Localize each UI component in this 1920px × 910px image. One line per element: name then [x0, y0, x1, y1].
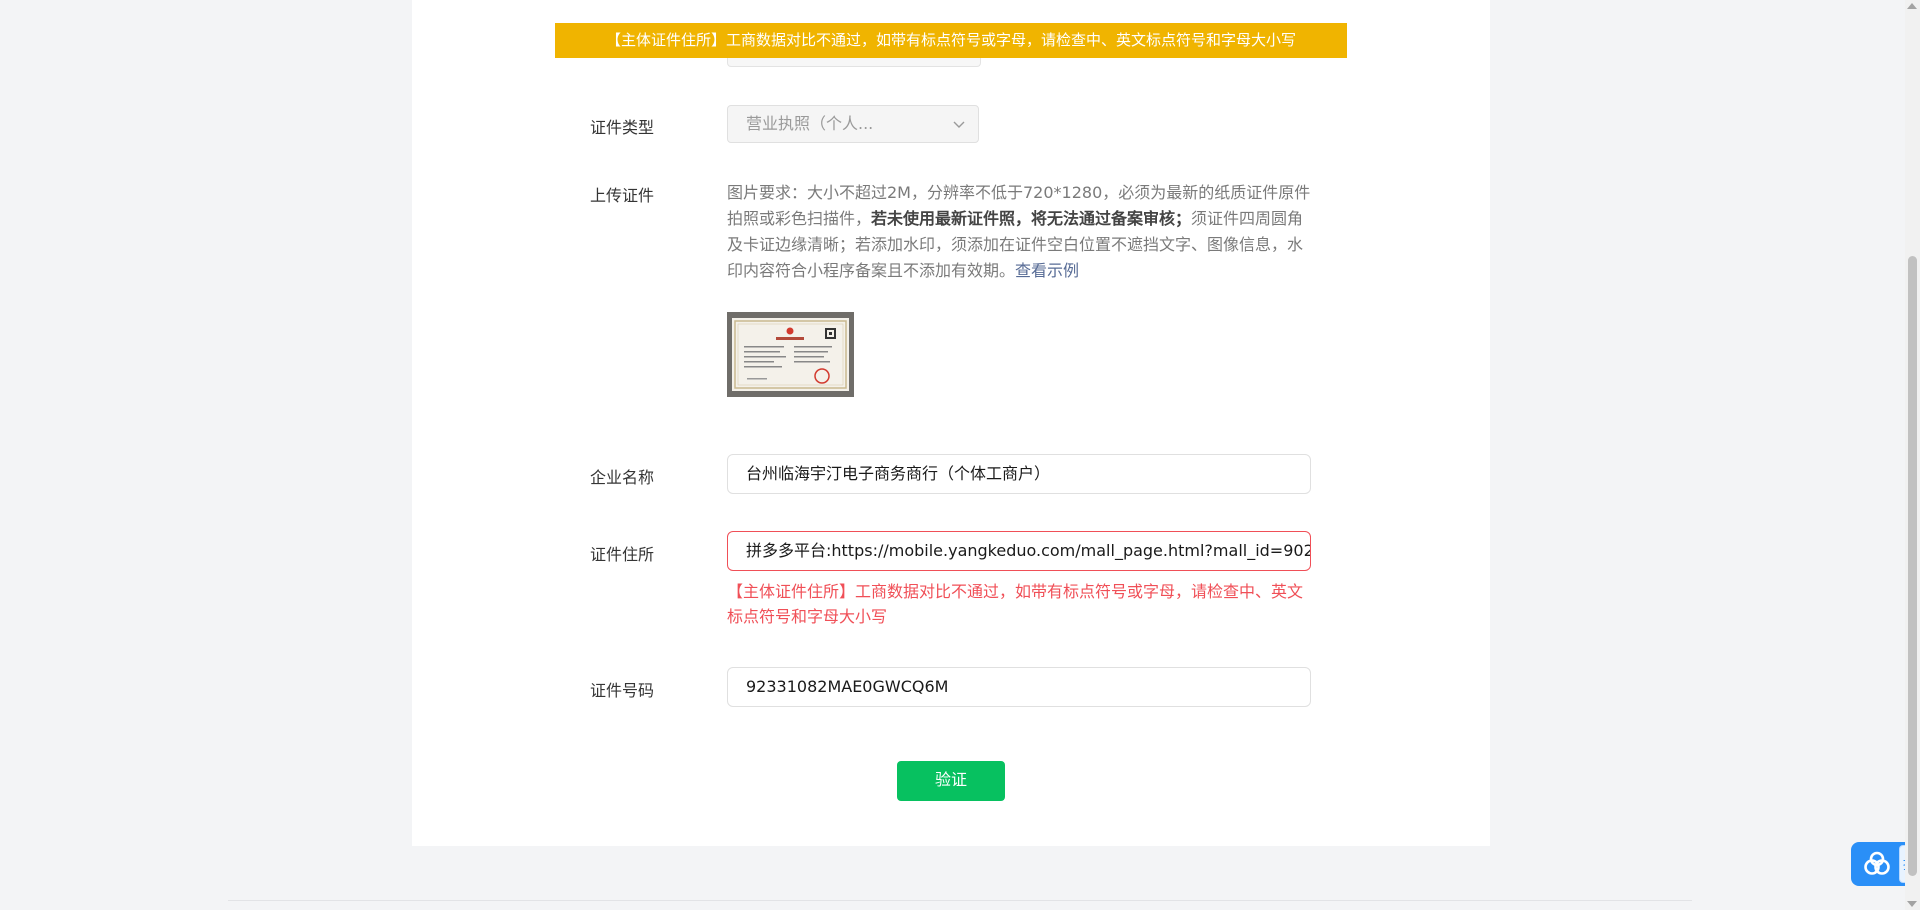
- cert-number-label: 证件号码: [590, 681, 655, 700]
- upload-requirement-warning: 若未使用最新证件照，将无法通过备案审核；: [871, 209, 1192, 228]
- company-name-label: 企业名称: [590, 468, 655, 487]
- view-example-link[interactable]: 查看示例: [1015, 261, 1079, 280]
- scrollbar-thumb[interactable]: [1908, 256, 1917, 876]
- scrollbar[interactable]: [1905, 0, 1920, 910]
- verify-button[interactable]: 验证: [897, 761, 1005, 801]
- footer-divider: [228, 900, 1692, 901]
- chevron-down-icon: [953, 121, 965, 128]
- license-image: [732, 318, 849, 391]
- error-toast: 【主体证件住所】工商数据对比不通过，如带有标点符号或字母，请检查中、英文标点符号…: [555, 23, 1347, 58]
- cert-type-select[interactable]: 营业执照（个人...: [727, 105, 979, 143]
- floating-cloud-widget[interactable]: [1851, 842, 1905, 886]
- upload-requirements: 图片要求：大小不超过2M，分辨率不低于720*1280，必须为最新的纸质证件原件…: [727, 180, 1312, 284]
- scroll-down-icon[interactable]: [1907, 901, 1917, 907]
- cert-type-label: 证件类型: [590, 118, 655, 137]
- scroll-up-icon[interactable]: [1907, 3, 1917, 9]
- page: 【主体证件住所】工商数据对比不通过，如带有标点符号或字母，请检查中、英文标点符号…: [0, 0, 1920, 910]
- cert-address-label: 证件住所: [590, 545, 655, 564]
- upload-label: 上传证件: [590, 186, 655, 205]
- baidu-netdisk-icon: [1864, 851, 1890, 875]
- cert-address-input[interactable]: 拼多多平台:https://mobile.yangkeduo.com/mall_…: [727, 531, 1311, 571]
- company-name-input[interactable]: 台州临海宇汀电子商务商行（个体工商户）: [727, 454, 1311, 494]
- cert-number-input[interactable]: 92331082MAE0GWCQ6M: [727, 667, 1311, 707]
- uploaded-license-thumbnail[interactable]: [727, 312, 854, 397]
- cert-type-value: 营业执照（个人...: [746, 114, 874, 133]
- cert-address-error: 【主体证件住所】工商数据对比不通过，如带有标点符号或字母，请检查中、英文标点符号…: [727, 582, 1304, 626]
